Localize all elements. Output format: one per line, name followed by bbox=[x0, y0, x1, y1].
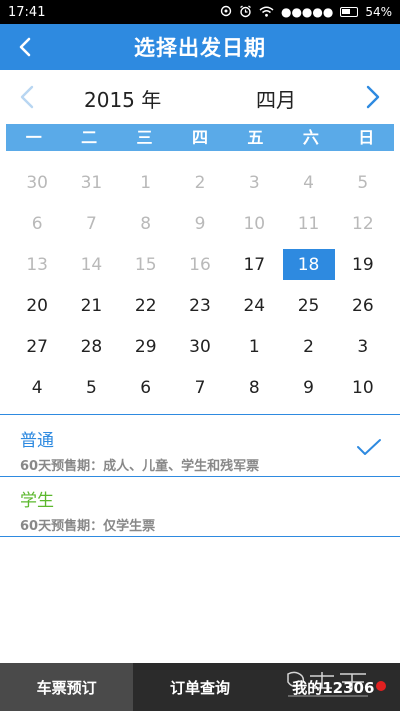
weekday-header: 一二三四五六日 bbox=[6, 124, 394, 151]
option-title: 普通 bbox=[20, 431, 54, 451]
divider bbox=[0, 414, 400, 415]
year-label: 2015 年 bbox=[84, 88, 162, 112]
day-cell[interactable]: 4 bbox=[10, 367, 64, 408]
app-header: 选择出发日期 bbox=[0, 24, 400, 70]
month-navigator: 2015 年 四月 bbox=[0, 74, 400, 120]
tab-label: 订单查询 bbox=[169, 678, 230, 697]
day-cell[interactable]: 28 bbox=[64, 326, 118, 367]
day-cell: 7 bbox=[86, 213, 97, 234]
next-month-button[interactable] bbox=[358, 80, 388, 114]
weekday-label: 一 bbox=[25, 128, 42, 147]
day-cell: 4 bbox=[303, 172, 314, 193]
wifi-icon bbox=[259, 6, 274, 19]
day-cell: 2 bbox=[194, 172, 206, 193]
day-cell: 1 bbox=[140, 172, 152, 193]
divider bbox=[0, 536, 400, 537]
weekday-label: 三 bbox=[136, 128, 153, 147]
watermark-logo bbox=[287, 671, 368, 697]
day-cell: 15 bbox=[134, 254, 157, 275]
day-cell[interactable]: 29 bbox=[119, 326, 173, 367]
day-cell[interactable]: 8 bbox=[227, 367, 281, 408]
chevron-left-icon bbox=[20, 85, 34, 109]
battery-icon bbox=[340, 7, 359, 17]
selected-date-highlight: 18 bbox=[282, 249, 335, 280]
day-cell[interactable]: 21 bbox=[64, 285, 118, 326]
status-time: 17:41 bbox=[8, 4, 46, 20]
day-cell: 30 bbox=[26, 172, 48, 193]
day-cell[interactable]: 25 bbox=[281, 285, 335, 326]
signal-icon: ●●●●● bbox=[280, 5, 334, 19]
day-cell: 13 bbox=[26, 254, 48, 275]
ticket-option-regular[interactable]: 普通 60天预售期：成人、儿童、学生和残军票 bbox=[0, 418, 400, 476]
option-description: 60天预售期：成人、儿童、学生和残军票 bbox=[20, 459, 260, 474]
day-cell: 5 bbox=[357, 172, 369, 193]
day-cell[interactable]: 30 bbox=[173, 326, 227, 367]
day-cell[interactable]: 17 bbox=[227, 244, 281, 285]
day-cell[interactable]: 7 bbox=[173, 367, 227, 408]
day-cell[interactable]: 20 bbox=[10, 285, 64, 326]
day-cell[interactable]: 19 bbox=[336, 244, 390, 285]
tab-label: 车票预订 bbox=[36, 678, 97, 697]
day-cell: 12 bbox=[352, 213, 374, 234]
day-cell[interactable]: 26 bbox=[336, 285, 390, 326]
back-button[interactable] bbox=[10, 30, 40, 64]
day-cell[interactable]: 2 bbox=[281, 326, 335, 367]
weekday-label: 六 bbox=[302, 128, 319, 147]
ticket-option-student[interactable]: 学生 60天预售期：仅学生票 bbox=[0, 478, 400, 536]
day-cell: 6 bbox=[31, 213, 43, 234]
weekday-label: 日 bbox=[358, 128, 375, 147]
day-cell: 9 bbox=[194, 213, 206, 234]
option-description: 60天预售期：仅学生票 bbox=[20, 519, 156, 534]
day-cell: 11 bbox=[297, 213, 320, 234]
notification-dot bbox=[375, 681, 386, 691]
option-title: 学生 bbox=[20, 491, 54, 511]
day-cell: 31 bbox=[80, 172, 103, 193]
day-cell: 16 bbox=[189, 254, 211, 275]
day-cell-selected[interactable]: 18 bbox=[281, 244, 335, 285]
day-cell[interactable]: 9 bbox=[281, 367, 335, 408]
tab-ticket-booking[interactable]: 车票预订 bbox=[0, 663, 134, 711]
month-label: 四月 bbox=[256, 88, 296, 112]
weekday-label: 二 bbox=[81, 128, 98, 147]
day-cell[interactable]: 3 bbox=[336, 326, 390, 367]
day-cell[interactable]: 24 bbox=[227, 285, 281, 326]
chevron-left-icon bbox=[19, 37, 31, 57]
tab-order-query[interactable]: 订单查询 bbox=[133, 663, 266, 711]
day-cell: 14 bbox=[80, 254, 103, 275]
data-sync-icon bbox=[220, 5, 232, 19]
day-cell: 10 bbox=[243, 213, 266, 234]
day-cell[interactable]: 23 bbox=[173, 285, 227, 326]
day-cell[interactable]: 27 bbox=[10, 326, 64, 367]
day-cell[interactable]: 6 bbox=[119, 367, 173, 408]
status-bar: 17:41 ●●●●● 54% bbox=[0, 0, 400, 24]
status-icons: ●●●●● 54% bbox=[220, 4, 392, 20]
alarm-icon bbox=[239, 4, 252, 20]
page-title: 选择出发日期 bbox=[134, 36, 266, 60]
day-cell[interactable]: 5 bbox=[64, 367, 118, 408]
prev-month-button[interactable] bbox=[12, 80, 42, 114]
day-cell: 8 bbox=[140, 213, 152, 234]
day-cell[interactable]: 10 bbox=[336, 367, 390, 408]
check-icon bbox=[357, 439, 381, 455]
weekday-label: 五 bbox=[247, 128, 264, 147]
day-cell: 3 bbox=[248, 172, 260, 193]
calendar-grid: 30 31 1 2 3 4 5 6 7 8 9 10 11 12 13 14 15 16 17 18 19 20 21 22 2… bbox=[10, 162, 390, 408]
day-cell[interactable]: 1 bbox=[227, 326, 281, 367]
battery-level: 54% bbox=[365, 5, 392, 19]
day-cell[interactable]: 22 bbox=[119, 285, 173, 326]
weekday-label: 四 bbox=[191, 128, 208, 147]
chevron-right-icon bbox=[366, 85, 380, 109]
divider bbox=[0, 476, 400, 477]
